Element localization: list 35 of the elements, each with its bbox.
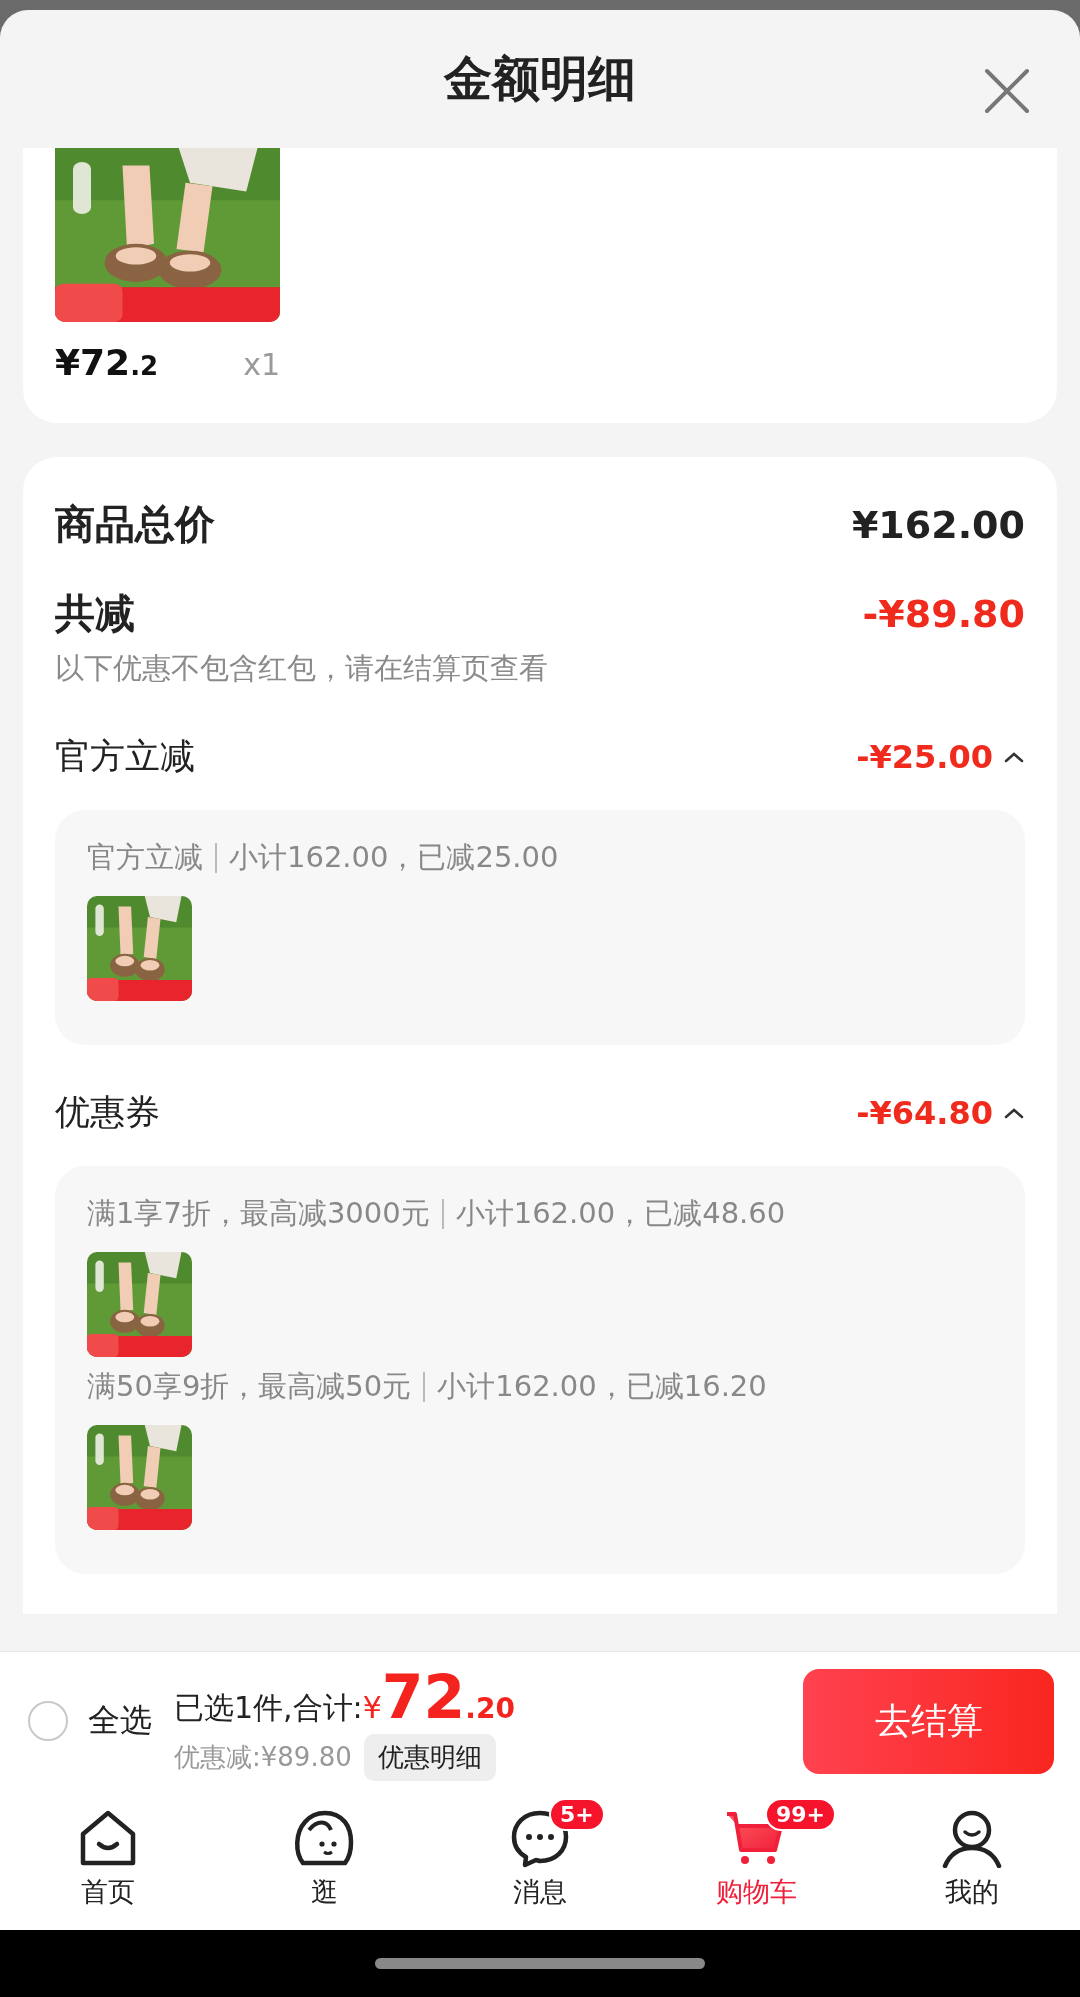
sheet-title: 金额明细 [444,49,636,108]
blob-face-icon [293,1808,355,1868]
total-price: ¥72.20 [362,1661,515,1732]
reduction-label: 共减 [55,589,135,638]
person-icon [941,1808,1003,1868]
tab-item[interactable]: 逛 [216,1790,432,1930]
tab-item[interactable]: 首页 [0,1790,216,1930]
discount-details-button[interactable]: 优惠明细 [363,1733,496,1781]
selected-summary: 已选1件,合计: [174,1688,363,1727]
rule-text: 满50享9折，最高减50元 [87,1368,412,1405]
subtotal-text: 小计162.00，已减25.00 [229,839,559,876]
select-all-radio[interactable] [28,1701,68,1741]
discount-amount: -¥25.00 [856,737,993,776]
rule-text: 官方立减 [87,839,203,876]
checkout-button[interactable]: 去结算 [803,1668,1054,1774]
tab-item[interactable]: 5+ 消息 [432,1790,648,1930]
close-icon[interactable] [984,68,1030,114]
discount-title: 优惠券 [55,1091,160,1134]
discount-amount: -¥64.80 [856,1093,993,1132]
subtotal-text: 小计162.00，已减16.20 [437,1368,767,1405]
discount-title: 官方立减 [55,735,195,778]
tab-item[interactable]: 99+ 购物车 [648,1790,864,1930]
total-value: ¥162.00 [851,502,1025,547]
subtotal-text: 小计162.00，已减48.60 [455,1195,786,1232]
discount-text: 优惠减:¥89.80 [174,1740,352,1774]
count-badge: 99+ [765,1798,837,1831]
total-label: 商品总价 [55,500,215,549]
reduction-value: -¥89.80 [862,591,1025,636]
count-badge: 5+ [549,1798,605,1831]
select-all-label[interactable]: 全选 [88,1699,152,1743]
product-price: ¥72.2 [55,342,159,383]
quantity-text: x1 [243,347,280,382]
tab-item[interactable]: 我的 [864,1790,1080,1930]
rule-text: 满1享7折，最高减3000元 [87,1195,430,1232]
note-text: 以下优惠不包含红包，请在结算页查看 [55,650,549,687]
